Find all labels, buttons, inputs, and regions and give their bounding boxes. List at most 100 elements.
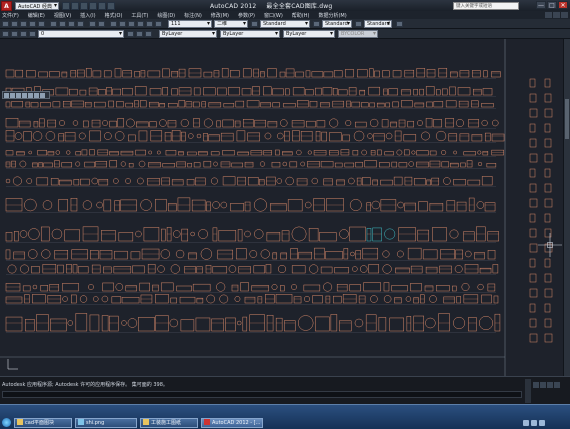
cad-block[interactable] [354,318,364,328]
cad-block[interactable] [168,103,178,108]
cad-block[interactable] [336,284,348,292]
cad-block[interactable] [88,87,98,96]
cad-block[interactable] [390,121,397,128]
cad-block[interactable] [111,296,122,304]
cad-block[interactable] [228,265,237,273]
doc-minimize-icon[interactable] [545,12,552,18]
cad-block[interactable] [161,228,166,242]
otrack-icon[interactable] [34,93,39,98]
cad-block[interactable] [439,265,452,274]
cad-block[interactable] [58,179,72,186]
cad-block[interactable] [104,132,112,140]
cad-block[interactable] [304,201,312,209]
cad-block[interactable] [230,203,244,212]
cad-block[interactable] [374,70,380,78]
cad-block[interactable] [355,161,363,168]
cad-block[interactable] [369,118,379,128]
cad-block[interactable] [456,201,467,212]
cad-block[interactable] [96,201,103,209]
cad-block[interactable] [103,70,112,78]
cad-block[interactable] [237,229,243,242]
cad-block[interactable] [33,121,39,128]
network-icon[interactable] [523,419,529,426]
cad-block[interactable] [84,101,92,108]
cad-block[interactable] [323,282,333,292]
cad-block[interactable] [5,69,15,78]
cad-block[interactable] [280,285,285,292]
cad-block[interactable] [253,198,268,212]
cad-block[interactable] [40,102,51,108]
cad-block[interactable] [449,86,456,96]
cad-block[interactable] [75,313,88,332]
cad-block[interactable] [5,178,11,184]
cad-block[interactable] [340,149,350,156]
cad-block[interactable] [128,134,136,142]
cad-block[interactable] [290,248,298,260]
zoom-previous-icon[interactable] [137,21,144,27]
cad-block[interactable] [359,265,368,273]
cad-block[interactable] [140,70,146,78]
layer-on-icon[interactable] [11,31,18,37]
cad-block[interactable] [429,150,437,156]
start-orb-icon[interactable] [2,418,11,427]
cad-block[interactable] [160,249,171,259]
cad-block[interactable] [385,132,393,140]
text-style-icon[interactable] [251,21,258,27]
cad-block[interactable] [414,102,425,108]
cad-block[interactable] [445,118,454,128]
cad-block[interactable] [325,295,331,304]
cad-block[interactable] [208,134,220,142]
cad-block[interactable] [477,161,483,167]
cad-block[interactable] [149,88,162,96]
cad-block[interactable] [330,314,338,332]
cad-block[interactable] [127,318,138,328]
multileader-icon[interactable] [396,21,403,27]
cut-icon[interactable] [50,21,57,27]
cad-block[interactable] [383,88,388,96]
layer-previous-icon[interactable] [136,31,143,37]
side-cad-block[interactable] [544,303,551,313]
side-cad-block[interactable] [544,138,552,148]
cad-block[interactable] [264,132,272,140]
cad-block[interactable] [408,161,415,167]
cad-block[interactable] [352,150,359,156]
cad-block[interactable] [206,294,216,304]
open-file-icon[interactable] [71,1,79,10]
dim-style-icon[interactable] [313,21,320,27]
cad-block[interactable] [477,150,482,155]
undo-icon[interactable] [89,1,97,10]
cad-block[interactable] [89,149,95,156]
cad-block[interactable] [212,227,218,242]
side-cad-block[interactable] [544,318,552,328]
cad-block[interactable] [413,297,419,304]
layer-dropdown[interactable]: 111 [168,20,212,28]
cad-block[interactable] [70,70,77,78]
side-cad-block[interactable] [529,153,538,163]
color-dropdown[interactable]: ByLayer [159,30,217,38]
cad-block[interactable] [84,161,95,168]
ime-icon[interactable] [539,419,545,426]
cad-block[interactable] [297,100,309,108]
cad-block[interactable] [192,101,200,108]
menu-view[interactable]: 视图(V) [54,12,71,19]
cad-block[interactable] [323,178,333,186]
cad-block[interactable] [367,133,373,139]
cad-block[interactable] [36,177,49,186]
cad-block[interactable] [222,176,236,186]
cad-block[interactable] [195,317,211,332]
menu-parametric[interactable]: 参数(P) [238,12,255,19]
cad-block[interactable] [38,162,43,168]
cad-block[interactable] [432,227,447,242]
side-cad-block[interactable] [529,168,536,178]
cad-block[interactable] [196,266,203,274]
cad-block[interactable] [196,133,202,139]
menu-format[interactable]: 格式(O) [105,12,123,19]
side-cad-block[interactable] [544,288,553,298]
cad-block[interactable] [101,315,109,332]
cad-block[interactable] [431,177,440,186]
scrollbar-thumb[interactable] [565,99,569,139]
cad-block[interactable] [213,161,218,167]
cad-block[interactable] [253,265,266,274]
cad-block[interactable] [441,88,448,96]
cad-block[interactable] [93,296,99,302]
